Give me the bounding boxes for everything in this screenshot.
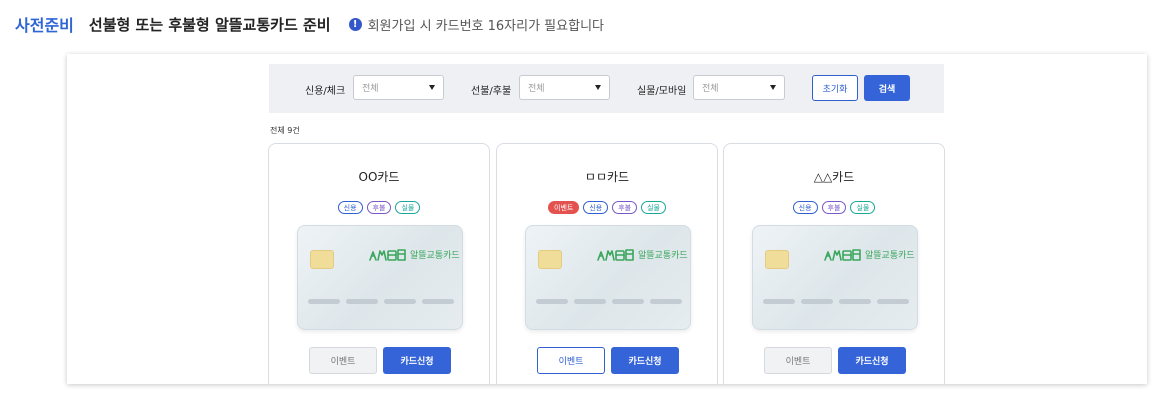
tag-list: 신용 후불 실물 bbox=[724, 201, 944, 214]
transit-icon bbox=[369, 249, 406, 261]
select-value: 전체 bbox=[362, 84, 379, 94]
transit-icon bbox=[597, 249, 634, 261]
filter-label-credit-check: 신용/체크 bbox=[305, 86, 346, 97]
tag-badge: 후불 bbox=[612, 201, 638, 214]
card-image: 알뜰교통카드 bbox=[525, 225, 691, 330]
card-item: △△카드신용 후불 실물알뜰교통카드이벤트 카드신청 bbox=[723, 143, 945, 384]
card-name: OO카드 bbox=[358, 170, 400, 184]
filter-bar: 신용/체크 전체 선불/후불 전체 실물/모바일 전체 초기화 검색 bbox=[269, 64, 944, 113]
tag-list: 이벤트 신용 후불 실물 bbox=[497, 201, 717, 214]
tag-badge: 실물 bbox=[641, 201, 666, 214]
chevron-down-icon bbox=[595, 85, 601, 90]
tag-badge: 신용 bbox=[792, 201, 818, 214]
card-name: △△카드 bbox=[813, 170, 855, 184]
card-brand: 알뜰교통카드 bbox=[596, 246, 688, 262]
tag-badge: 이벤트 bbox=[548, 201, 580, 214]
reset-button[interactable]: 초기화 bbox=[812, 75, 858, 101]
card-item: ㅁㅁ카드 이벤트 신용 후불 실물 알뜰교통카드 이벤트 카드신청 bbox=[496, 143, 718, 384]
transit-icon bbox=[824, 249, 861, 261]
filter-label-physical-mobile: 실물/모바일 bbox=[637, 86, 687, 97]
chevron-down-icon bbox=[770, 85, 776, 90]
alert-icon: ! bbox=[348, 17, 362, 31]
card-image: 알뜰교통카드 bbox=[297, 225, 463, 330]
tag-list: 신용 후불 실물 bbox=[269, 201, 489, 214]
select-value: 전체 bbox=[702, 84, 719, 94]
card-apply-button[interactable]: 카드신청 bbox=[838, 347, 906, 374]
tag-badge: 후불 bbox=[821, 201, 847, 214]
tag-badge: 실물 bbox=[850, 201, 876, 214]
search-button[interactable]: 검색 bbox=[864, 75, 910, 101]
info-notice: ! 회원가입 시 카드번호 16자리가 필요합니다 bbox=[348, 15, 604, 34]
select-value: 전체 bbox=[528, 84, 545, 94]
section-title: 선불형 또는 후불형 알뜰교통카드 준비 bbox=[88, 15, 331, 34]
card-chip bbox=[538, 250, 562, 269]
card-chip bbox=[310, 250, 334, 269]
tag-badge: 후불 bbox=[366, 201, 392, 214]
chevron-down-icon bbox=[429, 85, 435, 90]
event-button[interactable]: 이벤트 bbox=[309, 347, 377, 374]
section-header: 사전준비 선불형 또는 후불형 알뜰교통카드 준비 ! 회원가입 시 카드번호 … bbox=[15, 12, 604, 36]
card-brand-text: 알뜰교통카드 bbox=[410, 250, 460, 261]
card-number-placeholder bbox=[308, 299, 454, 304]
card-brand: 알뜰교통카드 bbox=[823, 246, 915, 262]
physical-mobile-select[interactable]: 전체 bbox=[693, 75, 785, 100]
card-name: ㅁㅁ카드 bbox=[584, 170, 630, 184]
card-number-placeholder bbox=[763, 299, 909, 304]
card-image: 알뜰교통카드 bbox=[752, 225, 918, 330]
tag-badge: 신용 bbox=[337, 201, 363, 214]
tag-badge: 신용 bbox=[583, 201, 609, 214]
card-number-placeholder bbox=[536, 299, 682, 304]
info-text: 회원가입 시 카드번호 16자리가 필요합니다 bbox=[367, 18, 604, 34]
filter-label-prepaid-postpaid: 선불/후불 bbox=[471, 86, 512, 97]
tag-badge: 실물 bbox=[395, 201, 421, 214]
card-item: OO카드신용 후불 실물알뜰교통카드이벤트 카드신청 bbox=[268, 143, 490, 384]
card-chip bbox=[765, 250, 789, 269]
event-button[interactable]: 이벤트 bbox=[764, 347, 832, 374]
credit-check-select[interactable]: 전체 bbox=[353, 75, 444, 100]
card-brand: 알뜰교통카드 bbox=[368, 246, 460, 262]
step-label: 사전준비 bbox=[15, 16, 74, 35]
card-brand-text: 알뜰교통카드 bbox=[865, 250, 915, 261]
event-button[interactable]: 이벤트 bbox=[537, 347, 605, 374]
card-apply-button[interactable]: 카드신청 bbox=[611, 347, 679, 374]
total-count: 전체 9건 bbox=[270, 126, 300, 135]
prepaid-postpaid-select[interactable]: 전체 bbox=[519, 75, 610, 100]
card-brand-text: 알뜰교통카드 bbox=[638, 250, 688, 261]
card-search-panel: 신용/체크 전체 선불/후불 전체 실물/모바일 전체 초기화 검색 전체 9건… bbox=[67, 54, 1147, 384]
card-apply-button[interactable]: 카드신청 bbox=[383, 347, 451, 374]
